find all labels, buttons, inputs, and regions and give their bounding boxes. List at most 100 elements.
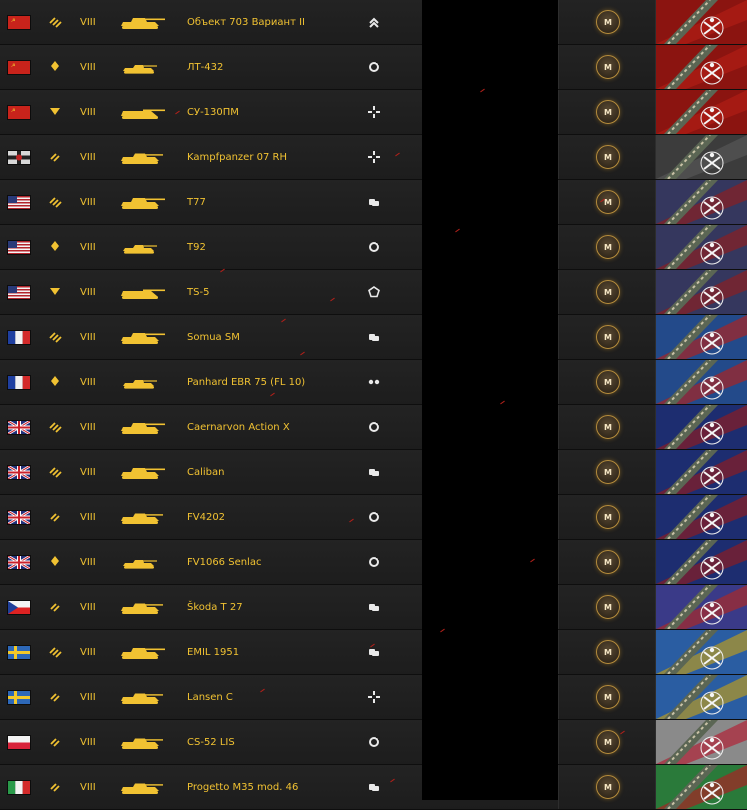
heavy-tank-icon (48, 328, 62, 347)
tank-silhouette-icon (115, 360, 185, 404)
nation-decal-art (656, 315, 747, 359)
mastery-badge[interactable]: M (560, 270, 656, 314)
vehicle-row[interactable]: VIII Panhard EBR 75 (FL 10) M (0, 360, 747, 404)
vehicle-name[interactable]: T77 (187, 180, 357, 224)
sniper-role-icon (362, 675, 386, 719)
tank-silhouette-icon (115, 45, 185, 89)
vehicle-row[interactable]: VIII Caliban M (0, 450, 747, 494)
vehicle-row[interactable]: VIII T92 M (0, 225, 747, 269)
mastery-badge-label: M (604, 332, 612, 342)
vehicle-row[interactable]: VIII Lansen C M (0, 675, 747, 719)
mastery-badge-icon: M (596, 235, 620, 259)
mastery-badge[interactable]: M (560, 180, 656, 224)
mastery-badge-label: M (604, 647, 612, 657)
mastery-badge-label: M (604, 737, 612, 747)
vehicle-name[interactable]: Progetto M35 mod. 46 (187, 765, 357, 809)
vehicle-name[interactable]: Объект 703 Вариант II (187, 0, 357, 44)
mastery-badge[interactable]: M (560, 540, 656, 584)
nation-flag-cell (0, 495, 38, 539)
column-divider (558, 90, 559, 134)
france-flag-icon (8, 375, 30, 389)
ussr-flag-icon: ☭ (8, 60, 30, 74)
vehicle-row[interactable]: VIII CS-52 LIS M (0, 720, 747, 764)
vehicle-name[interactable]: Caernarvon Action X (187, 405, 357, 449)
tank-silhouette-icon (115, 675, 185, 719)
nation-decal-art (656, 495, 747, 539)
mastery-badge-icon: M (596, 100, 620, 124)
mastery-badge[interactable]: M (560, 405, 656, 449)
vehicle-row[interactable]: VIII FV4202 M (0, 495, 747, 539)
uk-flag-icon (8, 555, 30, 569)
mastery-badge[interactable]: M (560, 675, 656, 719)
vehicle-row[interactable]: VIII TS-5 M (0, 270, 747, 314)
universal-role-icon (362, 720, 386, 764)
column-divider (558, 675, 559, 719)
mastery-badge[interactable]: M (560, 360, 656, 404)
vehicle-name[interactable]: FV4202 (187, 495, 357, 539)
mastery-badge[interactable]: M (560, 720, 656, 764)
mastery-badge[interactable]: M (560, 765, 656, 809)
vehicle-row[interactable]: VIII T77 M (0, 180, 747, 224)
vehicle-row[interactable]: ☭ VIII Объект 703 Вариант II M (0, 0, 747, 44)
wheeled-role-icon (362, 360, 386, 404)
vehicle-name[interactable]: FV1066 Senlac (187, 540, 357, 584)
tank-silhouette-icon (115, 495, 185, 539)
vehicle-row[interactable]: VIII EMIL 1951 M (0, 630, 747, 674)
vehicle-name[interactable]: Lansen C (187, 675, 357, 719)
tier-label: VIII (80, 241, 96, 253)
support-role-icon (362, 585, 386, 629)
column-divider (558, 225, 559, 269)
mastery-badge-label: M (604, 512, 612, 522)
vehicle-row[interactable]: VIII Škoda T 27 M (0, 585, 747, 629)
column-divider (655, 675, 656, 719)
vehicle-row[interactable]: VIII FV1066 Senlac M (0, 540, 747, 584)
mastery-badge[interactable]: M (560, 0, 656, 44)
vehicle-name[interactable]: Kampfpanzer 07 RH (187, 135, 357, 179)
vehicle-name[interactable]: CS-52 LIS (187, 720, 357, 764)
mastery-badge[interactable]: M (560, 135, 656, 179)
vehicle-row[interactable]: VIII Progetto M35 mod. 46 M (0, 765, 747, 809)
uk-flag-icon (8, 420, 30, 434)
mastery-badge-icon: M (596, 415, 620, 439)
column-divider (558, 405, 559, 449)
mastery-badge[interactable]: M (560, 315, 656, 359)
vehicle-name[interactable]: Panhard EBR 75 (FL 10) (187, 360, 357, 404)
tier-label: VIII (80, 781, 96, 793)
mastery-badge[interactable]: M (560, 585, 656, 629)
vehicle-name[interactable]: Škoda T 27 (187, 585, 357, 629)
mastery-badge[interactable]: M (560, 495, 656, 539)
nation-flag-cell (0, 180, 38, 224)
vehicle-name[interactable]: Somua SM (187, 315, 357, 359)
vehicle-name[interactable]: СУ-130ПМ (187, 90, 357, 134)
mastery-badge[interactable]: M (560, 90, 656, 134)
tier-label: VIII (80, 646, 96, 658)
nation-flag-cell (0, 405, 38, 449)
vehicle-row[interactable]: VIII Somua SM M (0, 315, 747, 359)
vehicle-row[interactable]: VIII Caernarvon Action X M (0, 405, 747, 449)
column-divider (655, 180, 656, 224)
tank-silhouette-icon (115, 0, 185, 44)
heavy-tank-icon (48, 193, 62, 212)
nation-flag-cell (0, 135, 38, 179)
vehicle-row[interactable]: VIII Kampfpanzer 07 RH M (0, 135, 747, 179)
tank-silhouette-icon (115, 90, 185, 134)
mastery-badge-label: M (604, 467, 612, 477)
vehicle-class-cell (40, 270, 70, 314)
tank-silhouette-icon (115, 630, 185, 674)
mastery-badge[interactable]: M (560, 225, 656, 269)
vehicle-name[interactable]: Caliban (187, 450, 357, 494)
mastery-badge-label: M (604, 152, 612, 162)
nation-decal-art (656, 180, 747, 224)
vehicle-name[interactable]: TS-5 (187, 270, 357, 314)
mastery-badge[interactable]: M (560, 630, 656, 674)
vehicle-name[interactable]: EMIL 1951 (187, 630, 357, 674)
vehicle-row[interactable]: ☭ VIII ЛТ-432 M (0, 45, 747, 89)
vehicle-class-cell (40, 720, 70, 764)
vehicle-row[interactable]: ☭ VIII СУ-130ПМ M (0, 90, 747, 134)
mastery-badge[interactable]: M (560, 45, 656, 89)
nation-flag-cell: ☭ (0, 45, 38, 89)
vehicle-name[interactable]: ЛТ-432 (187, 45, 357, 89)
mastery-badge[interactable]: M (560, 450, 656, 494)
vehicle-name[interactable]: T92 (187, 225, 357, 269)
tank-silhouette-icon (115, 405, 185, 449)
